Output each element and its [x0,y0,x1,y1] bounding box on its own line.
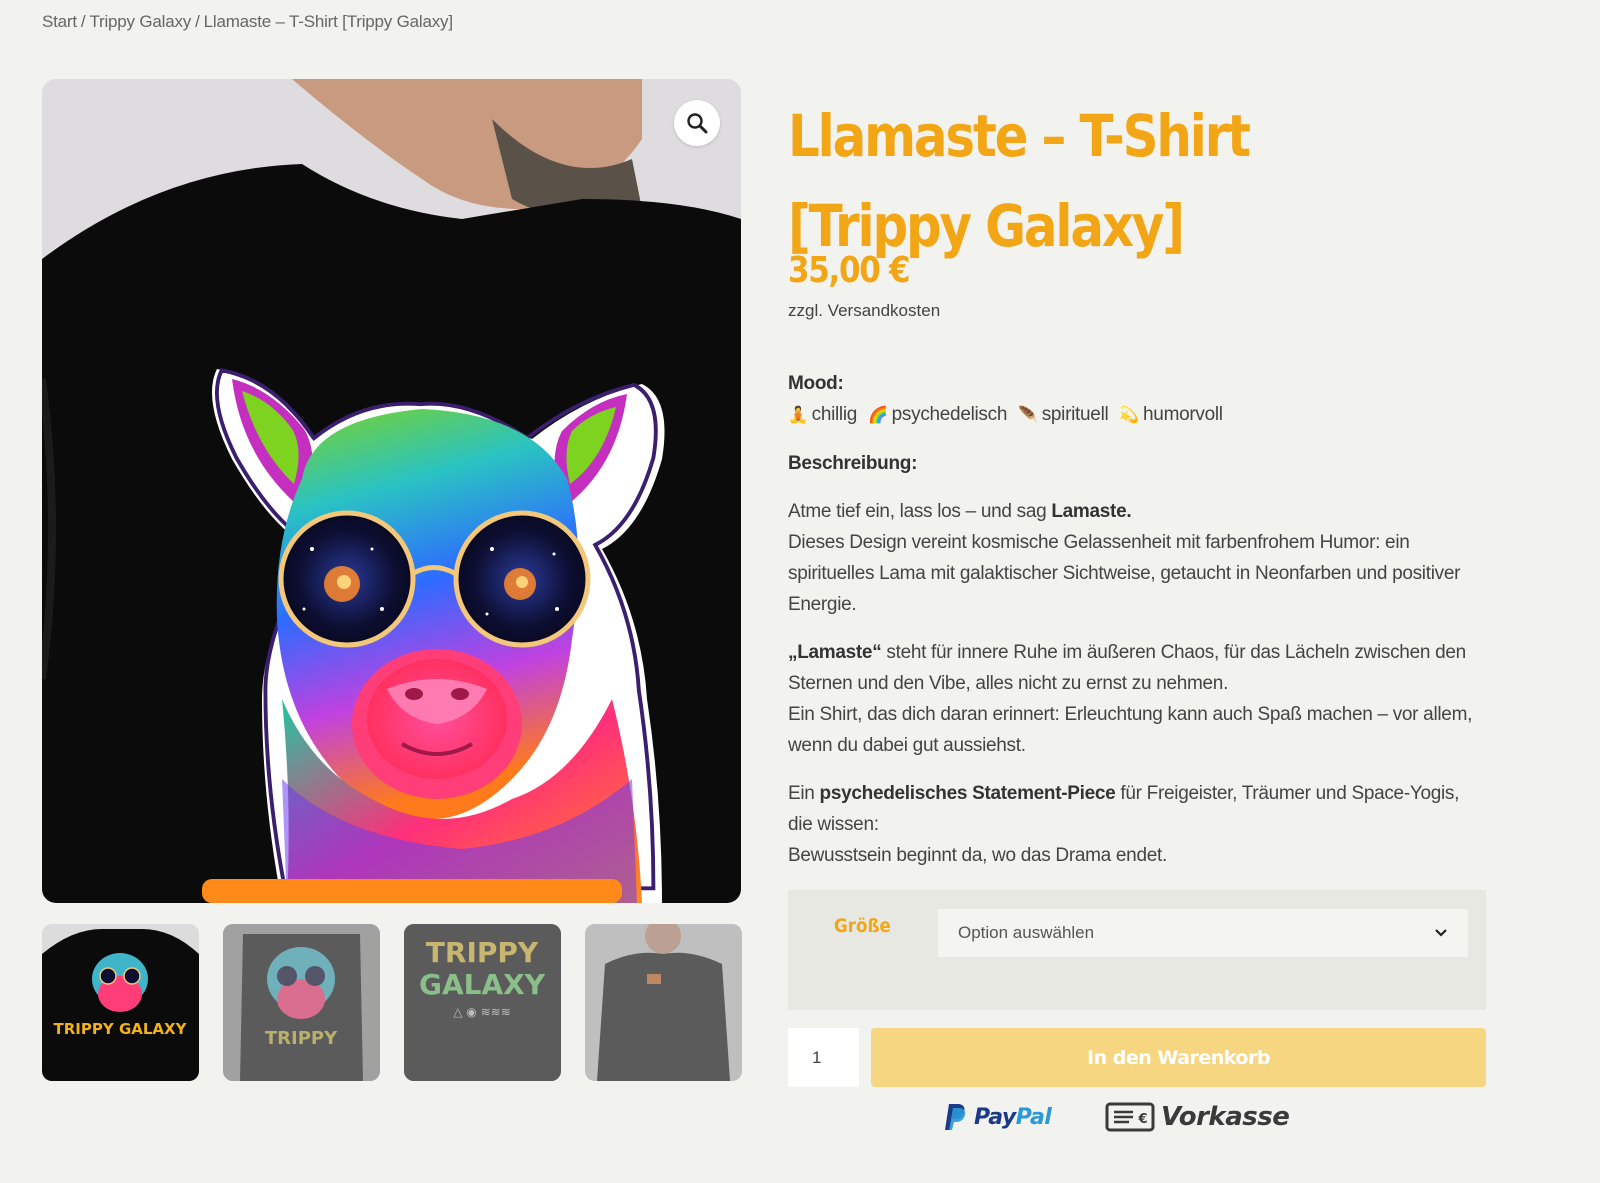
dizzy-star-icon: 💫 [1119,407,1140,424]
paypal-icon [945,1104,966,1130]
size-select[interactable]: Option auswählen [938,909,1468,957]
product-main-image[interactable] [42,79,741,903]
thumbnail-1[interactable]: TRIPPY GALAXY [42,924,199,1081]
svg-text:△ ◉ ≋≋≋: △ ◉ ≋≋≋ [453,1005,511,1019]
product-description: Mood: 🧘 chillig 🌈 psychedelisch 🪶 spirituel… [788,368,1478,888]
meditation-icon: 🧘 [788,407,808,424]
product-price: 35,00 € [788,250,911,291]
svg-text:€: € [1137,1112,1147,1127]
thumb-badge-text: TRIPPY GALAXY [54,1020,188,1038]
chevron-down-icon [1434,923,1448,943]
breadcrumb: Start / Trippy Galaxy / Llamaste – T-Shirt [… [42,12,453,31]
product-title: Llamaste – T-Shirt [Trippy Galaxy] [788,102,1251,260]
mood-psychedelisch: 🌈 psychedelisch [868,404,1008,425]
thumbnail-2[interactable]: TRIPPY [223,924,380,1081]
rainbow-icon: 🌈 [868,407,888,424]
breadcrumb-home-link[interactable]: Start [42,12,77,31]
svg-text:TRIPPY: TRIPPY [265,1028,338,1049]
breadcrumb-category-link[interactable]: Trippy Galaxy [89,12,191,31]
variation-box: Größe Option auswählen [788,890,1486,1010]
svg-text:GALAXY: GALAXY [419,968,546,1001]
feather-icon: 🪶 [1018,407,1038,424]
size-label: Größe [834,915,891,937]
svg-text:TRIPPY: TRIPPY [426,936,539,969]
mood-chillig: 🧘 chillig [788,404,858,425]
breadcrumb-current: Llamaste – T-Shirt [Trippy Galaxy] [203,12,453,31]
description-paragraph-1: Atme tief ein, lass los – und sag Lamast… [788,501,1461,615]
mood-spirituell: 🪶 spirituell [1018,404,1109,425]
zoom-icon[interactable] [674,100,720,146]
mood-humorvoll: 💫 humorvoll [1119,404,1223,425]
vorkasse-logo: € Vorkasse [1105,1101,1290,1133]
llama-shirt-illustration [42,79,741,903]
product-thumbnails: TRIPPY GALAXY TRIPPY TRIPPY GALAXY △ ◉ ≋… [42,924,742,1081]
paypal-logo: PayPal [944,1103,1052,1131]
shipping-cost-link[interactable]: zzgl. Versandkosten [788,301,940,321]
beschreibung-heading: Beschreibung: [788,453,918,474]
bank-transfer-icon: € [1105,1102,1155,1132]
quantity-input[interactable]: 1 [788,1028,859,1087]
thumbnail-3[interactable]: TRIPPY GALAXY △ ◉ ≋≋≋ [404,924,561,1081]
add-to-cart-button[interactable]: In den Warenkorb [871,1028,1486,1087]
mood-heading: Mood: [788,373,844,394]
mood-list: 🧘 chillig 🌈 psychedelisch 🪶 spirituell 💫 hum… [788,399,1478,431]
description-paragraph-3: Ein psychedelisches Statement-Piece für … [788,783,1460,866]
thumbnail-4[interactable] [585,924,742,1081]
size-select-value: Option auswählen [958,923,1095,942]
description-paragraph-2: „Lamaste“ steht für innere Ruhe im äußer… [788,642,1473,756]
